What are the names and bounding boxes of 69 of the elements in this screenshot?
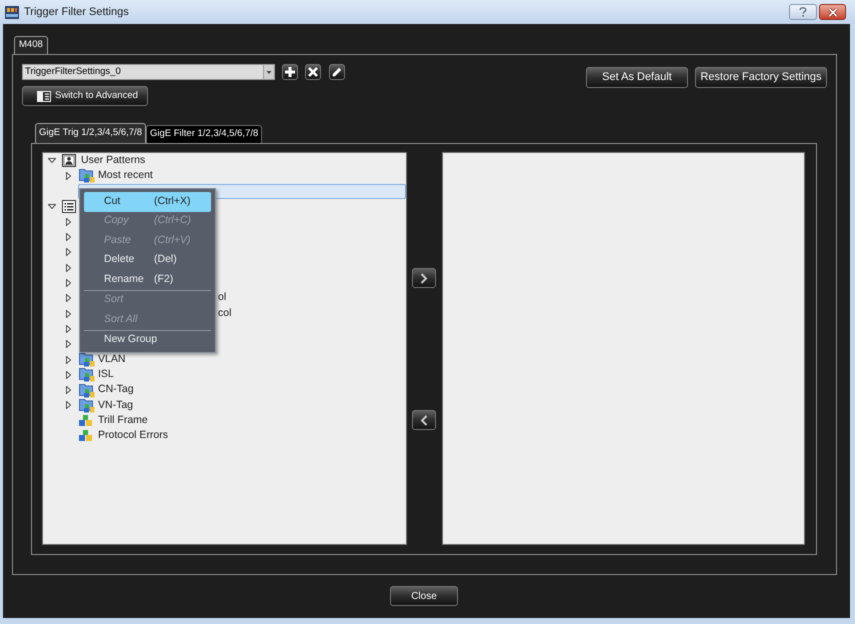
sidebar-layout-icon	[37, 90, 51, 102]
tree-item-label[interactable]: VLAN	[98, 352, 126, 368]
menu-item[interactable]: New Group	[84, 330, 211, 350]
plus-icon	[285, 67, 295, 77]
caret-down-icon[interactable]	[48, 204, 56, 210]
window-close-button[interactable]	[819, 4, 846, 20]
window-title: Trigger Filter Settings	[24, 4, 129, 20]
tab[interactable]: GigE Trig 1/2,3/4,5/6,7/8	[35, 123, 146, 143]
close-icon	[828, 8, 838, 16]
menu-item[interactable]: Rename (F2)	[84, 270, 211, 290]
delete-button[interactable]	[305, 64, 321, 80]
folder-icon	[79, 367, 95, 382]
pencil-icon	[332, 67, 342, 77]
set-as-default-button[interactable]: Set As Default	[586, 67, 688, 88]
caret-right-icon[interactable]	[66, 370, 71, 379]
caret-right-icon[interactable]	[66, 233, 71, 242]
colored-blocks-icon	[79, 430, 92, 442]
caret-right-icon[interactable]	[66, 264, 71, 272]
app-icon	[5, 6, 19, 18]
tree-item-label[interactable]: Most recent	[98, 168, 153, 184]
tree-item-label[interactable]: Protocol Errors	[98, 428, 168, 444]
list-icon	[62, 200, 76, 214]
tree-item-label[interactable]: ISL	[98, 366, 114, 383]
switch-to-advanced-button[interactable]: Switch to Advanced	[22, 86, 148, 106]
preset-dropdown[interactable]: TriggerFilterSettings_0	[22, 64, 275, 80]
tab[interactable]: M408	[14, 36, 48, 54]
caret-right-icon[interactable]	[66, 324, 71, 333]
tree-item-label[interactable]: User Patterns	[81, 152, 146, 169]
caret-right-icon[interactable]	[66, 172, 71, 180]
keyboard-shortcut: (Ctrl+X)	[154, 194, 190, 209]
caret-right-icon[interactable]	[66, 386, 71, 394]
move-left-button[interactable]	[412, 410, 436, 430]
tree-item-label[interactable]: ol	[218, 290, 226, 306]
caret-right-icon[interactable]	[66, 294, 71, 302]
cross-icon	[308, 67, 318, 77]
keyboard-shortcut: (Del)	[154, 252, 177, 268]
keyboard-shortcut: (Ctrl+V)	[154, 232, 190, 248]
add-button[interactable]	[282, 64, 298, 80]
caret-right-icon[interactable]	[66, 279, 71, 288]
menu-item[interactable]: Delete (Del)	[84, 250, 211, 270]
caret-right-icon[interactable]	[66, 218, 71, 226]
folder-icon	[79, 168, 95, 184]
tree-item-label[interactable]: VN-Tag	[98, 398, 134, 414]
menu-item[interactable]: Cut (Ctrl+X)	[84, 192, 211, 212]
caret-right-icon[interactable]	[66, 310, 71, 318]
caret-down-icon[interactable]	[48, 158, 56, 164]
close-button[interactable]: Close	[390, 586, 458, 606]
caret-right-icon[interactable]	[66, 401, 71, 410]
keyboard-shortcut: (Ctrl+C)	[154, 213, 192, 228]
tree-item-label[interactable]: Trill Frame	[98, 412, 148, 429]
colored-blocks-icon	[79, 415, 92, 426]
folder-icon	[79, 382, 95, 398]
keyboard-shortcut: (F2)	[154, 272, 174, 287]
folder-icon	[79, 352, 95, 367]
chevron-left-icon	[420, 414, 428, 426]
tab[interactable]: GigE Filter 1/2,3/4,5/6,7/8	[146, 125, 262, 143]
tree-item-label[interactable]: CN-Tag	[98, 382, 134, 398]
help-icon	[799, 7, 807, 17]
chevron-right-icon	[420, 272, 428, 284]
dropdown-caret-icon	[263, 65, 274, 79]
caret-right-icon[interactable]	[66, 340, 71, 348]
move-right-button[interactable]	[412, 268, 436, 288]
restore-factory-settings-button[interactable]: Restore Factory Settings	[695, 67, 827, 88]
tree-item-label[interactable]: col	[218, 306, 232, 322]
folder-icon	[79, 398, 95, 413]
caret-right-icon[interactable]	[66, 248, 71, 256]
edit-button[interactable]	[329, 64, 345, 80]
help-button[interactable]	[789, 4, 817, 20]
caret-right-icon[interactable]	[66, 356, 71, 364]
